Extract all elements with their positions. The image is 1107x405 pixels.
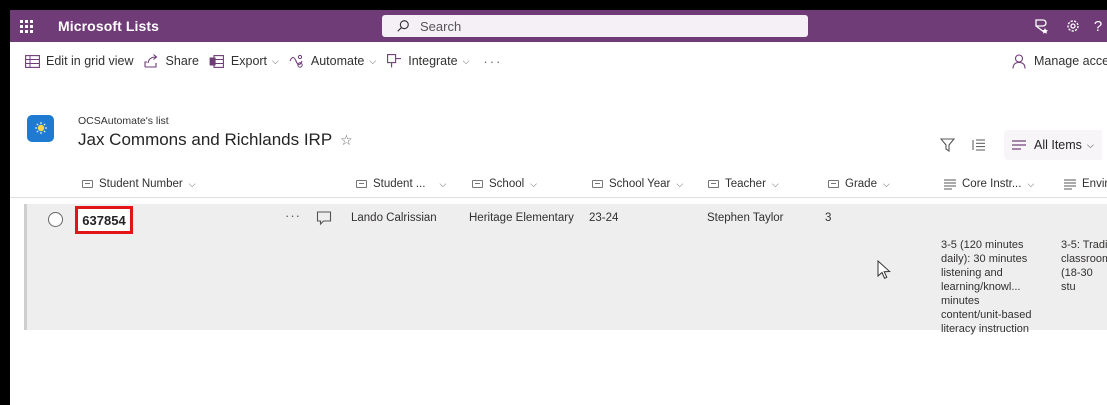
- column-label: Student Number: [99, 178, 183, 190]
- text-column-icon: [472, 180, 483, 188]
- text-column-icon: [708, 180, 719, 188]
- text-column-icon: [356, 180, 367, 188]
- help-icon[interactable]: ?: [1089, 10, 1107, 42]
- share-label: Share: [165, 54, 199, 68]
- share-button[interactable]: Share: [144, 42, 199, 80]
- table-row[interactable]: 637854 ··· Lando Calrissian Heritage Ele…: [24, 204, 1107, 335]
- list-logo-icon: [27, 115, 54, 142]
- chevron-down-icon: ⌵: [369, 55, 377, 66]
- edit-grid-view-label: Edit in grid view: [46, 54, 134, 68]
- waffle-icon[interactable]: [10, 10, 42, 42]
- school-year-cell: 23-24: [589, 212, 619, 224]
- multiline-column-icon: [944, 179, 956, 190]
- command-bar: Edit in grid view Share Export ⌵ Automat…: [10, 42, 1107, 80]
- list-header: OCSAutomate's list Jax Commons and Richl…: [10, 110, 1107, 160]
- teacher-cell: Stephen Taylor: [707, 212, 784, 224]
- column-header-teacher[interactable]: Teacher ⌵: [708, 170, 779, 198]
- search-icon: [397, 20, 409, 32]
- multiline-column-icon: [1064, 179, 1076, 190]
- chevron-down-icon: ⌵: [272, 55, 279, 66]
- list-view-icon: [1012, 140, 1026, 150]
- export-label: Export: [230, 54, 268, 68]
- chevron-down-icon: ⌵: [188, 178, 196, 189]
- list-title-group: Jax Commons and Richlands IRP ☆: [78, 130, 353, 150]
- chevron-down-icon: ⌵: [771, 178, 779, 189]
- column-label: Core Instr...: [962, 178, 1022, 190]
- list-title[interactable]: Jax Commons and Richlands IRP: [78, 130, 332, 149]
- integrate-button[interactable]: Integrate ⌵: [386, 42, 469, 80]
- screen-border: [0, 0, 10, 405]
- student-cell: Lando Calrissian: [351, 212, 437, 224]
- envir-cell: 3-5: Tradi classroom (18-30 stu: [1061, 239, 1107, 293]
- manage-access-button[interactable]: Manage acces: [1012, 42, 1107, 80]
- group-by-icon[interactable]: [970, 136, 988, 154]
- column-label: Grade: [845, 178, 877, 190]
- comment-icon[interactable]: [316, 210, 332, 226]
- app-name[interactable]: Microsoft Lists: [58, 18, 159, 34]
- chevron-down-icon: ⌵: [462, 55, 470, 66]
- column-headers: Student Number ⌵ Student ... ⌵ School ⌵ …: [10, 170, 1107, 198]
- text-column-icon: [82, 180, 93, 188]
- more-commands-button[interactable]: ···: [483, 54, 502, 69]
- chevron-down-icon: ⌵: [676, 178, 684, 189]
- integrate-icon: [386, 53, 402, 69]
- suite-header: Microsoft Lists Search ?: [10, 10, 1107, 42]
- column-label: Envir: [1082, 178, 1107, 190]
- star-icon[interactable]: ☆: [340, 132, 353, 148]
- filter-icon[interactable]: [938, 136, 956, 154]
- school-cell: Heritage Elementary: [469, 212, 574, 224]
- row-more-actions-button[interactable]: ···: [285, 208, 301, 223]
- column-header-school-year[interactable]: School Year ⌵: [592, 170, 683, 198]
- view-selector[interactable]: All Items ⌵: [1004, 130, 1102, 160]
- search-box[interactable]: [382, 15, 808, 37]
- chevron-down-icon: ⌵: [1086, 139, 1094, 150]
- share-icon: [144, 53, 160, 69]
- text-column-icon: [828, 180, 839, 188]
- core-instruction-cell: 3-5 (120 minutes daily): 30 minutes list…: [941, 239, 1032, 335]
- column-label: Teacher: [725, 178, 766, 190]
- export-button[interactable]: Export ⌵: [209, 42, 279, 80]
- student-number-cell[interactable]: 637854: [75, 206, 133, 234]
- text-column-icon: [592, 180, 603, 188]
- column-header-envir[interactable]: Envir: [1064, 170, 1107, 198]
- grid-icon: [24, 53, 40, 69]
- column-header-grade[interactable]: Grade ⌵: [828, 170, 890, 198]
- person-icon: [1012, 53, 1028, 69]
- excel-icon: [209, 53, 225, 69]
- automate-button[interactable]: Automate ⌵: [289, 42, 376, 80]
- column-header-student[interactable]: Student ... ⌵: [356, 170, 446, 198]
- chevron-down-icon: ⌵: [1027, 178, 1035, 189]
- rewards-icon[interactable]: [1025, 10, 1057, 42]
- chevron-down-icon: ⌵: [439, 178, 447, 189]
- search-input[interactable]: [420, 18, 780, 34]
- screen-frame: Microsoft Lists Search ? Edit in grid vi…: [0, 0, 1107, 405]
- integrate-label: Integrate: [408, 54, 458, 68]
- suite-right-icons: ?: [1025, 10, 1107, 42]
- automate-label: Automate: [310, 54, 365, 68]
- automate-icon: [289, 53, 305, 69]
- row-select-radio[interactable]: [48, 212, 63, 227]
- column-header-student-number[interactable]: Student Number ⌵: [82, 170, 196, 198]
- chevron-down-icon: ⌵: [530, 178, 537, 189]
- manage-access-label: Manage acces: [1034, 54, 1107, 68]
- column-header-core-instruction[interactable]: Core Instr... ⌵: [944, 170, 1034, 198]
- mouse-cursor-icon: [877, 260, 891, 279]
- view-name: All Items: [1034, 138, 1082, 152]
- microsoft-lists-window: Microsoft Lists Search ? Edit in grid vi…: [10, 10, 1107, 405]
- list-owner[interactable]: OCSAutomate's list: [78, 115, 169, 127]
- gear-icon[interactable]: [1057, 10, 1089, 42]
- edit-grid-view-button[interactable]: Edit in grid view: [24, 42, 134, 80]
- column-header-school[interactable]: School ⌵: [472, 170, 537, 198]
- column-label: Student ...: [373, 178, 426, 190]
- view-tools: All Items ⌵: [938, 130, 1102, 160]
- chevron-down-icon: ⌵: [882, 178, 890, 189]
- column-label: School: [489, 178, 525, 190]
- grade-cell: 3: [825, 212, 832, 224]
- column-label: School Year: [609, 178, 671, 190]
